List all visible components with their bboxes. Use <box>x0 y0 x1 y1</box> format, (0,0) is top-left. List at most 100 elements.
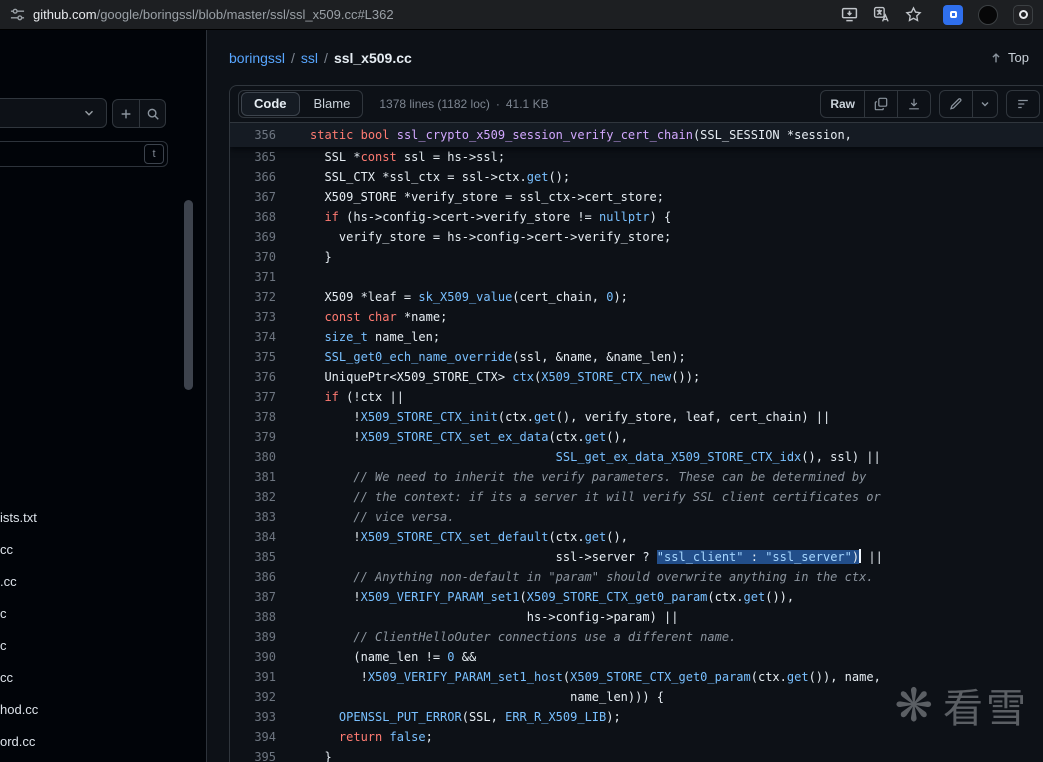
code-line: 373 const char *name; <box>230 307 1043 327</box>
search-button[interactable] <box>139 100 165 127</box>
code-token: || <box>861 550 883 564</box>
line-number[interactable]: 377 <box>230 387 276 407</box>
profile-avatar[interactable] <box>978 4 998 25</box>
edit-button[interactable] <box>940 91 972 117</box>
code-blame-switch: Code Blame <box>238 90 364 118</box>
raw-button[interactable]: Raw <box>821 91 864 117</box>
code-text: } <box>276 747 331 762</box>
line-number[interactable]: 391 <box>230 667 276 687</box>
copy-raw-button[interactable] <box>864 91 897 117</box>
file-tree-item[interactable]: ists.txt <box>0 502 190 534</box>
code-token: (hs->config->cert->verify_store != <box>338 210 599 224</box>
save-page-icon[interactable] <box>841 6 858 23</box>
extension-icon[interactable] <box>943 4 963 25</box>
line-number[interactable]: 371 <box>230 267 276 287</box>
line-number[interactable]: 388 <box>230 607 276 627</box>
line-number[interactable]: 386 <box>230 567 276 587</box>
edit-dropdown-button[interactable] <box>972 91 997 117</box>
file-tree-item[interactable]: hod.cc <box>0 694 190 726</box>
line-number[interactable]: 393 <box>230 707 276 727</box>
line-number[interactable]: 395 <box>230 747 276 762</box>
code-text: // the context: if its a server it will … <box>276 487 880 507</box>
line-number[interactable]: 376 <box>230 367 276 387</box>
code-line: 377 if (!ctx || <box>230 387 1043 407</box>
line-number[interactable]: 373 <box>230 307 276 327</box>
code-line: 380 SSL_get_ex_data_X509_STORE_CTX_idx()… <box>230 447 1043 467</box>
code-token: X509_STORE_CTX_init <box>360 410 498 424</box>
line-number[interactable]: 381 <box>230 467 276 487</box>
code-token: (name_len != <box>353 650 448 664</box>
translate-icon[interactable] <box>873 6 890 23</box>
code-line: 386 // Anything non-default in "param" s… <box>230 567 1043 587</box>
file-tree-item[interactable]: .cc <box>0 566 190 598</box>
code-lines: 356 static bool ssl_crypto_x509_session_v… <box>230 123 1043 762</box>
file-tree-item[interactable]: cc <box>0 534 190 566</box>
code-line: 378 !X509_STORE_CTX_init(ctx.get(), veri… <box>230 407 1043 427</box>
line-number[interactable]: 368 <box>230 207 276 227</box>
line-number[interactable]: 383 <box>230 507 276 527</box>
code-text: size_t name_len; <box>276 327 440 347</box>
code-token: X509 *leaf = <box>324 290 419 304</box>
breadcrumb-dir-link[interactable]: ssl <box>301 50 318 66</box>
code-token: get <box>584 530 607 544</box>
file-tree-item[interactable]: c <box>0 630 190 662</box>
code-line: 392 name_len))) { <box>230 687 1043 707</box>
code-token: get <box>534 410 556 424</box>
file-tree-item[interactable]: cc <box>0 662 190 694</box>
tab-blame[interactable]: Blame <box>302 91 363 117</box>
goto-file-input[interactable]: t <box>0 141 168 167</box>
line-number[interactable]: 370 <box>230 247 276 267</box>
code-token: ) <box>851 550 860 564</box>
line-number[interactable]: 385 <box>230 547 276 567</box>
code-text: UniquePtr<X509_STORE_CTX> ctx(X509_STORE… <box>276 367 700 387</box>
line-number[interactable]: 369 <box>230 227 276 247</box>
url-text[interactable]: github.com/google/boringssl/blob/master/… <box>33 7 394 22</box>
line-number[interactable]: 365 <box>230 147 276 167</box>
line-number[interactable]: 375 <box>230 347 276 367</box>
sidebar-scrollbar[interactable] <box>184 200 193 390</box>
line-number[interactable]: 378 <box>230 407 276 427</box>
line-number[interactable]: 380 <box>230 447 276 467</box>
back-to-top-link[interactable]: Top <box>989 50 1029 65</box>
symbols-button[interactable] <box>1007 91 1039 117</box>
line-number[interactable]: 374 <box>230 327 276 347</box>
file-tree-item[interactable]: ord.cc <box>0 726 190 758</box>
code-text: !X509_VERIFY_PARAM_set1(X509_STORE_CTX_g… <box>276 587 794 607</box>
code-token: ssl = hs->ssl; <box>396 150 506 164</box>
code-text: verify_store = hs->config->cert->verify_… <box>276 227 671 247</box>
code-text: // Anything non-default in "param" shoul… <box>276 567 873 587</box>
line-number[interactable]: 390 <box>230 647 276 667</box>
code-token: return <box>338 730 383 744</box>
line-number[interactable]: 372 <box>230 287 276 307</box>
line-number[interactable]: 356 <box>230 123 276 147</box>
download-icon <box>909 98 919 110</box>
code-token: ctx <box>512 370 534 384</box>
breadcrumb-repo-link[interactable]: boringssl <box>229 50 285 66</box>
file-tree-item[interactable]: c <box>0 598 190 630</box>
line-number[interactable]: 379 <box>230 427 276 447</box>
line-number[interactable]: 392 <box>230 687 276 707</box>
tab-code[interactable]: Code <box>241 92 300 116</box>
tune-icon[interactable] <box>10 7 25 22</box>
code-token: char <box>367 310 397 324</box>
code-token: get <box>786 670 809 684</box>
line-number[interactable]: 367 <box>230 187 276 207</box>
line-number[interactable]: 389 <box>230 627 276 647</box>
code-token: ! <box>360 670 368 684</box>
code-token: ()); <box>671 370 701 384</box>
line-number[interactable]: 366 <box>230 167 276 187</box>
download-raw-button[interactable] <box>897 91 930 117</box>
code-text: SSL_get0_ech_name_override(ssl, &name, &… <box>276 347 685 367</box>
code-token: X509_STORE *verify_store = ssl_ctx->cert… <box>324 190 665 204</box>
code-token: ); <box>606 710 621 724</box>
line-number[interactable]: 387 <box>230 587 276 607</box>
bookmark-star-icon[interactable] <box>905 6 922 23</box>
code-token: X509_STORE_CTX_get0_param <box>570 670 751 684</box>
line-number[interactable]: 384 <box>230 527 276 547</box>
branch-selector[interactable] <box>0 98 107 128</box>
add-file-button[interactable] <box>113 100 139 127</box>
line-number[interactable]: 394 <box>230 727 276 747</box>
apps-icon[interactable] <box>1013 4 1033 25</box>
line-number[interactable]: 382 <box>230 487 276 507</box>
